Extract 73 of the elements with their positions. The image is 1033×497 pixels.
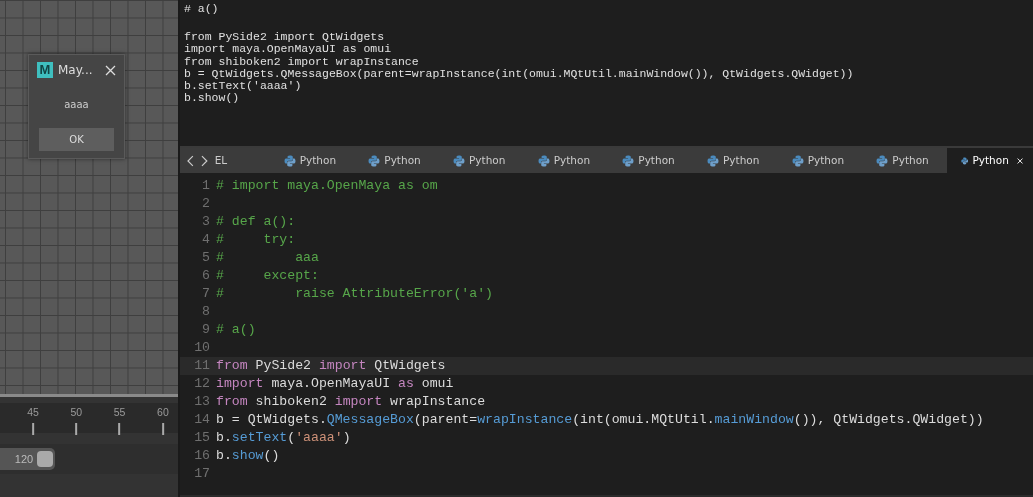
code-line: # try:	[216, 231, 296, 249]
line-number: 6	[201, 267, 211, 285]
code-line: # import maya.OpenMaya as om	[216, 177, 438, 195]
line-number: 11	[193, 357, 211, 375]
dialog-message: aaaa	[64, 99, 89, 110]
code-line: b.show()	[216, 447, 280, 465]
output-line: from shiboken2 import wrapInstance	[184, 55, 420, 68]
chevron-left-icon[interactable]	[186, 154, 195, 167]
output-line: b.setText('aaaa')	[184, 80, 303, 93]
editor-tab[interactable]: Python	[354, 148, 439, 173]
code-line: b = QtWidgets.QMessageBox(parent=wrapInstance(int(omui.MQtUtil.mainWindow()), QtWidgets.QWidget))	[216, 411, 984, 429]
code-editor[interactable]	[180, 173, 1033, 495]
code-line: from PySide2 import QtWidgets	[216, 357, 446, 375]
code-line: # except:	[216, 267, 319, 285]
code-line: import maya.OpenMayaUI as omui	[216, 375, 454, 393]
editor-tab[interactable]: Python	[693, 148, 778, 173]
line-number: 14	[193, 411, 211, 429]
line-number: 13	[193, 393, 211, 411]
range-slider[interactable]: 120	[0, 448, 56, 470]
python-icon	[368, 154, 381, 167]
viewport-grid[interactable]: M May... aaaa OK	[0, 0, 178, 397]
line-number: 17	[193, 465, 211, 483]
python-icon	[283, 154, 296, 167]
line-number: 3	[201, 213, 211, 231]
code-line: # aaa	[216, 249, 319, 267]
line-number: 10	[193, 339, 211, 357]
close-icon[interactable]	[1016, 155, 1023, 166]
code-line: # raise AttributeError('a')	[216, 285, 493, 303]
dialog-title: May...	[58, 62, 93, 79]
editor-tab[interactable]: Python	[439, 148, 524, 173]
python-icon	[622, 154, 635, 167]
line-number: 2	[201, 195, 211, 213]
editor-tab[interactable]: Python	[777, 148, 863, 173]
output-line: b.show()	[184, 92, 241, 105]
tick-label: 45	[27, 405, 39, 435]
output-line: # a()	[184, 3, 220, 16]
range-end-value: 120	[14, 451, 34, 467]
code-line: b.setText('aaaa')	[216, 429, 351, 447]
editor-tab[interactable]: Python	[608, 148, 693, 173]
editor-tab[interactable]: Python	[269, 148, 355, 173]
chevron-right-icon[interactable]	[199, 154, 209, 167]
line-number: 7	[201, 285, 211, 303]
output-line: b = QtWidgets.QMessageBox(parent=wrapInstance(int(omui.MQtUtil.mainWindow()), QtWidgets.QWidget))	[184, 67, 855, 80]
line-number: 15	[193, 429, 211, 447]
line-number: 4	[201, 231, 211, 249]
line-number: 1	[201, 177, 211, 195]
tick-label: 60	[157, 405, 169, 435]
code-line: # def a():	[216, 213, 296, 231]
python-icon	[707, 154, 719, 167]
editor-tab[interactable]: Python	[947, 148, 1033, 173]
editor-tab[interactable]: EL	[208, 148, 270, 173]
line-number: 5	[201, 249, 211, 267]
code-line: from shiboken2 import wrapInstance	[216, 393, 486, 411]
timeline-ruler[interactable]: 45 50 55 60	[0, 403, 178, 433]
line-number: 12	[193, 375, 211, 393]
output-line: import maya.OpenMayaUI as omui	[184, 43, 393, 56]
tick-label: 50	[70, 405, 83, 435]
close-icon[interactable]	[105, 64, 116, 76]
editor-tab[interactable]: Python	[862, 148, 947, 173]
code-line: # a()	[216, 321, 256, 339]
tick-label: 55	[113, 405, 126, 435]
slider-handle[interactable]	[37, 451, 54, 467]
line-number: 16	[193, 447, 211, 465]
editor-tab[interactable]: Python	[523, 148, 609, 173]
python-icon	[876, 154, 889, 167]
python-icon	[453, 154, 465, 167]
output-line: from PySide2 import QtWidgets	[184, 31, 386, 44]
line-number: 8	[201, 303, 211, 321]
ok-button[interactable]: OK	[39, 128, 114, 151]
python-icon	[791, 154, 804, 167]
app-logo-icon: M	[37, 62, 53, 78]
line-number: 9	[201, 321, 211, 339]
python-icon	[537, 154, 550, 167]
